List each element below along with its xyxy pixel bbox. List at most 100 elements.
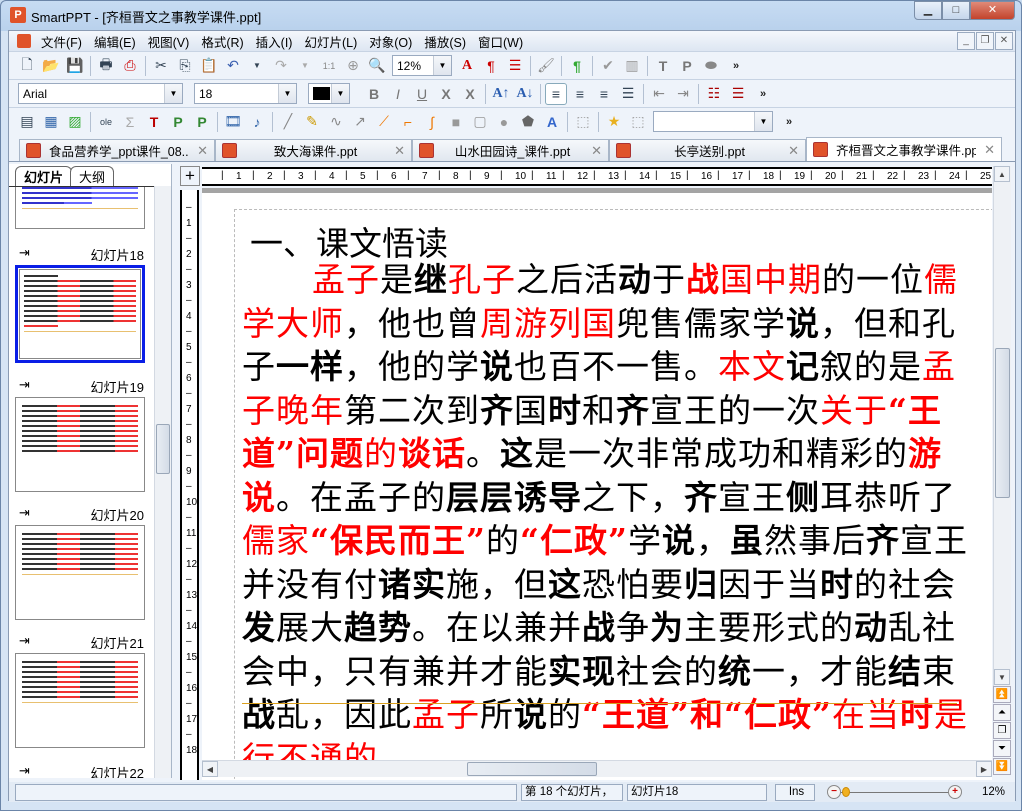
- cut-icon[interactable]: ✂: [150, 55, 172, 77]
- slide-thumbnail-21[interactable]: [15, 653, 145, 748]
- align-center-icon[interactable]: ≡: [569, 83, 591, 105]
- scrollbar-thumb[interactable]: [995, 348, 1010, 498]
- align-justify-icon[interactable]: ☰: [617, 83, 639, 105]
- insert-picture-icon[interactable]: ▨: [64, 111, 86, 133]
- tab-slides[interactable]: 幻灯片: [15, 166, 73, 186]
- insert-textbox-icon[interactable]: ▤: [16, 111, 38, 133]
- curve-icon[interactable]: ∿: [325, 111, 347, 133]
- align-left-icon[interactable]: ≡: [545, 82, 567, 105]
- close-button[interactable]: ✕: [970, 1, 1015, 20]
- insert-video-icon[interactable]: 🎞: [222, 111, 244, 133]
- underline-icon[interactable]: U: [411, 83, 433, 105]
- zoom-slider-knob[interactable]: [842, 786, 851, 797]
- format-painter-icon[interactable]: 🖌: [535, 55, 557, 77]
- show-marks-icon[interactable]: ¶: [566, 55, 588, 77]
- close-tab-icon[interactable]: ✕: [394, 143, 405, 159]
- scrollbar-thumb[interactable]: [156, 424, 170, 474]
- picture-frame-icon[interactable]: P: [676, 55, 698, 77]
- insert-p-icon[interactable]: P: [167, 111, 189, 133]
- font-color-combo[interactable]: ▼: [308, 83, 350, 104]
- menu-format[interactable]: 格式(R): [195, 32, 249, 51]
- document-icon[interactable]: [17, 34, 31, 48]
- increase-indent-icon[interactable]: ⇥: [672, 83, 694, 105]
- minimize-button[interactable]: ▁: [914, 1, 942, 20]
- scroll-left-icon[interactable]: ◀: [202, 761, 218, 777]
- doc-tab-qihuan-jinwen[interactable]: 齐桓晋文之事教学课件.ppt ✕: [806, 137, 1002, 161]
- doc-tab-changting[interactable]: 长亭送别.ppt ✕: [609, 139, 806, 161]
- ellipse-icon[interactable]: ●: [493, 111, 515, 133]
- next-slide-icon[interactable]: ⏷: [993, 740, 1011, 757]
- zoom-in-icon[interactable]: +: [948, 784, 962, 799]
- zoom-slider[interactable]: − +: [827, 784, 962, 801]
- shapes-icon[interactable]: ⬟: [517, 111, 539, 133]
- slide-body-text[interactable]: 孟子是继孔子之后活动于战国中期的一位儒学大师，他也曾周游列国兜售儒家学说，但和孔…: [242, 258, 980, 780]
- group-icon[interactable]: ⬚: [572, 111, 594, 133]
- scroll-down-icon[interactable]: ▼: [994, 669, 1010, 685]
- toolbar-overflow-button[interactable]: »: [760, 88, 766, 100]
- slide-thumbnail-17[interactable]: [15, 187, 145, 229]
- insert-pr-icon[interactable]: P: [191, 111, 213, 133]
- ruler-origin-button[interactable]: +: [180, 166, 200, 186]
- insert-formula-icon[interactable]: Σ: [119, 111, 141, 133]
- font-name-combo[interactable]: Arial ▼: [18, 83, 183, 104]
- rectangle-icon[interactable]: ■: [445, 111, 467, 133]
- redo-dropdown-icon[interactable]: ▼: [294, 55, 316, 77]
- print-icon[interactable]: 🖶: [95, 55, 117, 77]
- close-tab-icon[interactable]: ✕: [984, 142, 995, 158]
- redo-icon[interactable]: ↷: [270, 55, 292, 77]
- rounded-rectangle-icon[interactable]: ▢: [469, 111, 491, 133]
- line-icon[interactable]: ╱: [277, 111, 299, 133]
- insert-ole-icon[interactable]: ole: [95, 111, 117, 133]
- copy-icon[interactable]: ⎘: [174, 55, 196, 77]
- doc-close-button[interactable]: ✕: [995, 32, 1013, 50]
- align-right-icon[interactable]: ≡: [593, 83, 615, 105]
- chevron-down-icon[interactable]: ▼: [331, 84, 349, 103]
- pdf-export-icon[interactable]: ⎙: [119, 55, 141, 77]
- doc-minimize-button[interactable]: _: [957, 32, 975, 50]
- chevron-down-icon[interactable]: ▼: [164, 84, 182, 103]
- insert-text-icon[interactable]: T: [143, 111, 165, 133]
- open-folder-icon[interactable]: 📂: [40, 55, 62, 77]
- paragraph-format-icon[interactable]: ¶: [480, 55, 502, 77]
- vertical-scrollbar[interactable]: ▲ ▼: [993, 166, 1011, 686]
- zoom-icon[interactable]: 🔍: [366, 55, 388, 77]
- menu-file[interactable]: 文件(F): [35, 32, 88, 51]
- menu-insert[interactable]: 插入(I): [250, 32, 299, 51]
- zoom-combo[interactable]: 12% ▼: [392, 55, 452, 76]
- doc-tab-zhi-dahai[interactable]: 致大海课件.ppt ✕: [215, 139, 412, 161]
- toolbar-overflow-button[interactable]: »: [786, 116, 792, 128]
- doc-tab-shanshui[interactable]: 山水田园诗_课件.ppt ✕: [412, 139, 609, 161]
- connector-elbow-icon[interactable]: ⌐: [397, 111, 419, 133]
- decrease-indent-icon[interactable]: ⇤: [648, 83, 670, 105]
- menu-play[interactable]: 播放(S): [418, 32, 472, 51]
- slide-thumbnail-20[interactable]: [15, 525, 145, 620]
- maximize-button[interactable]: □: [942, 1, 970, 20]
- numbered-list-icon[interactable]: ☰: [504, 55, 526, 77]
- menu-edit[interactable]: 编辑(E): [88, 32, 142, 51]
- menu-slide[interactable]: 幻灯片(L): [298, 32, 363, 51]
- paste-icon[interactable]: 📋: [198, 55, 220, 77]
- previous-slide-icon[interactable]: ⏶: [993, 704, 1011, 721]
- connector-curved-icon[interactable]: ∫: [421, 111, 443, 133]
- save-icon[interactable]: 💾: [64, 55, 86, 77]
- slide-thumbnail-18[interactable]: [15, 265, 145, 363]
- connector-straight-icon[interactable]: ⟋: [373, 111, 395, 133]
- last-slide-icon[interactable]: ⏬: [993, 758, 1011, 775]
- crop-icon[interactable]: ⬚: [627, 111, 649, 133]
- first-slide-icon[interactable]: ⏫: [993, 686, 1011, 703]
- undo-icon[interactable]: ↶: [222, 55, 244, 77]
- doc-tab-food-nutrition[interactable]: 食品营养学_ppt课件_08... ✕: [19, 139, 215, 161]
- italic-icon[interactable]: I: [387, 83, 409, 105]
- bullet-list-icon[interactable]: ☷: [703, 83, 725, 105]
- eraser-icon[interactable]: ⬬: [700, 55, 722, 77]
- numbered-list-icon[interactable]: ☰: [727, 83, 749, 105]
- shape-style-combo[interactable]: ▼: [653, 111, 773, 132]
- chart-icon[interactable]: ▥: [621, 55, 643, 77]
- actual-size-icon[interactable]: 1:1: [318, 55, 340, 77]
- menu-object[interactable]: 对象(O): [363, 32, 418, 51]
- horizontal-scrollbar[interactable]: ◀ ▶: [202, 760, 992, 777]
- wordart-icon[interactable]: A: [541, 111, 563, 133]
- doc-restore-button[interactable]: ❐: [976, 32, 994, 50]
- star-effect-icon[interactable]: ★: [603, 111, 625, 133]
- pencil-icon[interactable]: ✎: [301, 111, 323, 133]
